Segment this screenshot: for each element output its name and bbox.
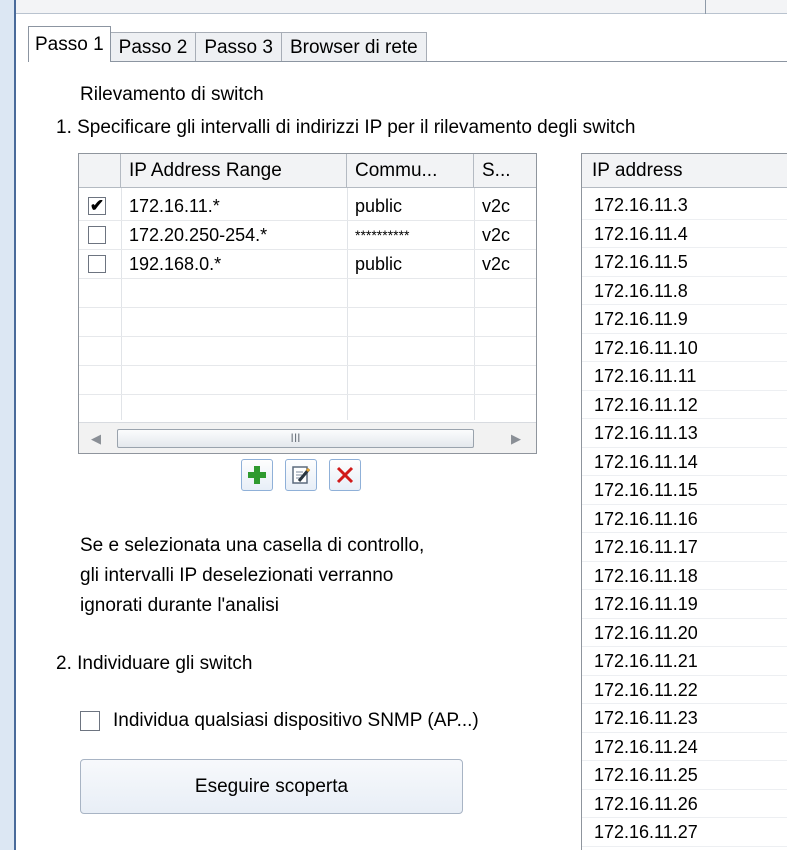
list-item[interactable]: 172.16.11.25 xyxy=(582,761,787,790)
note-line-1: Se e selezionata una casella di controll… xyxy=(80,535,425,556)
column-header-ip-range[interactable]: IP Address Range xyxy=(121,154,347,187)
horizontal-scrollbar[interactable]: ◀ III ▶ xyxy=(79,422,536,453)
top-strip xyxy=(16,0,787,14)
scroll-left-icon[interactable]: ◀ xyxy=(91,431,101,447)
row-checkbox[interactable] xyxy=(88,226,106,244)
add-range-button[interactable] xyxy=(241,459,273,491)
tab-passo-1[interactable]: Passo 1 xyxy=(28,26,111,62)
list-item[interactable]: 172.16.11.12 xyxy=(582,391,787,419)
list-item[interactable]: 172.16.11.14 xyxy=(582,448,787,476)
list-item[interactable]: 172.16.11.20 xyxy=(582,619,787,647)
empty-row xyxy=(79,366,536,395)
tab-browser-di-rete[interactable]: Browser di rete xyxy=(280,32,427,62)
ip-range-table: IP Address Range Commu... S... ✔ 172.16.… xyxy=(78,153,537,454)
step2-label: 2. Individuare gli switch xyxy=(56,653,253,674)
row-checkbox[interactable] xyxy=(88,255,106,273)
cell-version: v2c xyxy=(482,196,511,216)
list-item[interactable]: 172.16.11.27 xyxy=(582,818,787,847)
list-item[interactable]: 172.16.11.24 xyxy=(582,733,787,761)
cell-version: v2c xyxy=(482,254,511,274)
column-header-ip-address[interactable]: IP address xyxy=(582,154,787,188)
list-item[interactable]: 172.16.11.16 xyxy=(582,505,787,533)
ip-address-list: IP address 172.16.11.3 172.16.11.4 172.1… xyxy=(581,153,787,850)
window-left-border xyxy=(0,0,16,850)
scroll-thumb[interactable]: III xyxy=(117,429,474,448)
empty-row xyxy=(79,337,536,366)
list-item[interactable]: 172.16.11.8 xyxy=(582,277,787,305)
cell-community: public xyxy=(355,196,403,216)
column-header-snmp-version[interactable]: S... xyxy=(474,154,536,187)
table-row[interactable]: ✔ 172.16.11.* public v2c xyxy=(79,192,536,221)
list-item[interactable]: 172.16.11.15 xyxy=(582,476,787,505)
list-item[interactable]: 172.16.11.5 xyxy=(582,248,787,277)
note-line-3: ignorati durante l'analisi xyxy=(80,595,280,616)
empty-row xyxy=(79,279,536,308)
scroll-grip: III xyxy=(290,431,301,445)
cell-community: ********** xyxy=(355,227,410,243)
list-item[interactable]: 172.16.11.9 xyxy=(582,305,787,334)
table-row[interactable]: 192.168.0.* public v2c xyxy=(79,250,536,279)
snmp-any-device-label[interactable]: Individua qualsiasi dispositivo SNMP (AP… xyxy=(113,710,479,732)
table-row[interactable]: 172.20.250-254.* ********** v2c xyxy=(79,221,536,250)
tab-bar: Passo 1 Passo 2 Passo 3 Browser di rete xyxy=(28,26,427,62)
step1-label: 1. Specificare gli intervalli di indiriz… xyxy=(56,117,636,138)
cell-version: v2c xyxy=(482,225,511,245)
row-checkbox[interactable]: ✔ xyxy=(88,197,106,215)
list-item[interactable]: 172.16.11.13 xyxy=(582,419,787,448)
snmp-any-device-checkbox[interactable] xyxy=(80,711,100,731)
tab-passo-3[interactable]: Passo 3 xyxy=(195,32,282,62)
list-item[interactable]: 172.16.11.21 xyxy=(582,647,787,676)
list-item[interactable]: 172.16.11.26 xyxy=(582,790,787,818)
list-item[interactable]: 172.16.11.22 xyxy=(582,676,787,704)
cell-ip-range: 192.168.0.* xyxy=(129,254,222,274)
top-divider xyxy=(705,0,706,14)
list-item[interactable]: 172.16.11.17 xyxy=(582,533,787,562)
note-line-2: gli intervalli IP deselezionati verranno xyxy=(80,565,394,586)
list-item[interactable]: 172.16.11.23 xyxy=(582,704,787,733)
tab-passo-2[interactable]: Passo 2 xyxy=(109,32,197,62)
list-item[interactable]: 172.16.11.3 xyxy=(582,191,787,220)
edit-range-button[interactable] xyxy=(285,459,317,491)
checkbox-column-header[interactable] xyxy=(79,154,121,187)
list-item[interactable]: 172.16.11.11 xyxy=(582,362,787,391)
tab-underline xyxy=(28,61,787,62)
column-header-community[interactable]: Commu... xyxy=(347,154,474,187)
edit-icon xyxy=(292,466,311,484)
delete-x-icon xyxy=(336,466,354,484)
empty-row xyxy=(79,308,536,337)
cell-ip-range: 172.20.250-254.* xyxy=(129,225,268,245)
scroll-right-icon[interactable]: ▶ xyxy=(511,431,521,447)
list-item[interactable]: 172.16.11.19 xyxy=(582,590,787,619)
list-item[interactable]: 172.16.11.10 xyxy=(582,334,787,362)
table-header: IP Address Range Commu... S... xyxy=(79,154,536,188)
cell-ip-range: 172.16.11.* xyxy=(129,196,220,216)
empty-row xyxy=(79,395,536,424)
table-body: ✔ 172.16.11.* public v2c 172.20.250-254.… xyxy=(79,188,536,424)
ip-list-body: 172.16.11.3 172.16.11.4 172.16.11.5 172.… xyxy=(582,191,787,847)
run-discovery-button[interactable]: Eseguire scoperta xyxy=(80,759,463,814)
list-item[interactable]: 172.16.11.4 xyxy=(582,220,787,248)
plus-icon xyxy=(248,466,266,484)
section-title: Rilevamento di switch xyxy=(80,84,264,105)
list-item[interactable]: 172.16.11.18 xyxy=(582,562,787,590)
delete-range-button[interactable] xyxy=(329,459,361,491)
cell-community: public xyxy=(355,254,403,274)
